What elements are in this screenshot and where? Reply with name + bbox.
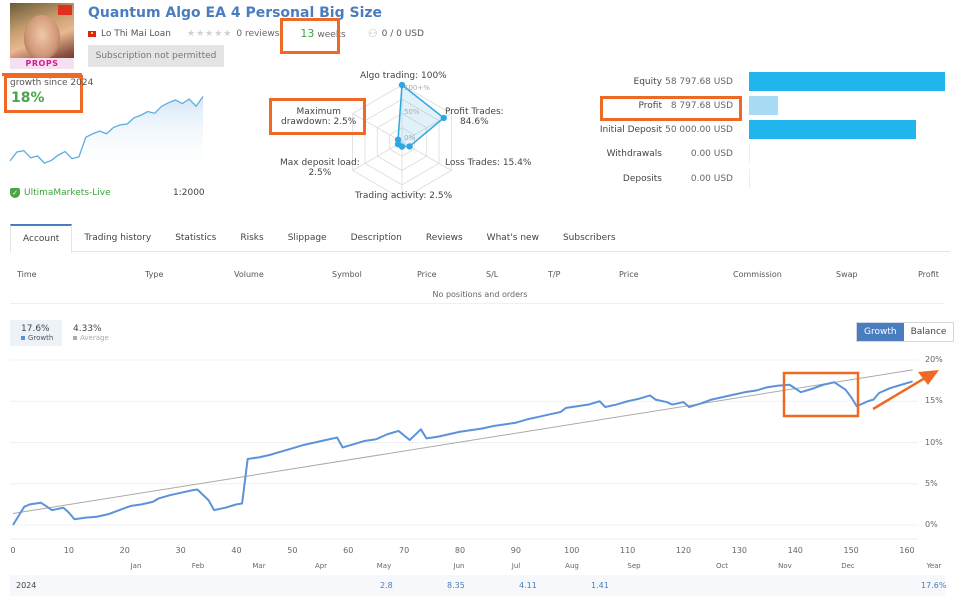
month-tick-label: May	[376, 562, 392, 570]
year-label: 2024	[16, 581, 37, 590]
y-tick-label: 20%	[925, 355, 943, 364]
x-tick-label: 160	[899, 546, 915, 555]
month-may-value: 2.8	[380, 581, 393, 590]
x-tick-label: 0	[10, 546, 16, 555]
x-tick-label: 80	[454, 546, 466, 555]
growth-chart[interactable]	[0, 0, 960, 598]
month-tick-label: Aug	[565, 562, 579, 570]
month-tick-label: Sep	[627, 562, 641, 570]
x-tick-label: 100	[564, 546, 580, 555]
trend-arrow-shaft	[872, 376, 926, 411]
x-tick-label: 30	[175, 546, 186, 555]
month-tick-label: Nov	[778, 562, 792, 570]
year-column-label: Year	[926, 562, 942, 570]
x-tick-label: 20	[119, 546, 130, 555]
trend-arrow-head-icon	[918, 370, 939, 385]
y-tick-label: 15%	[925, 396, 943, 406]
month-tick-label: Feb	[191, 562, 205, 570]
trend-line	[12, 369, 913, 514]
x-tick-label: 60	[343, 546, 354, 555]
x-tick-label: 40	[231, 546, 242, 555]
x-tick-label: 150	[843, 546, 859, 555]
x-tick-label: 10	[63, 546, 74, 555]
highlight-drawdown-region	[782, 371, 860, 418]
x-tick-label: 90	[510, 546, 521, 555]
year-total-value: 17.6%	[921, 581, 947, 590]
x-tick-label: 70	[399, 546, 410, 555]
x-tick-label: 120	[675, 546, 692, 555]
x-tick-label: 110	[619, 546, 636, 555]
y-tick-label: 5%	[925, 478, 938, 488]
yearly-row	[10, 575, 945, 596]
x-tick-label: 50	[287, 546, 298, 555]
month-jun-value: 8.35	[447, 581, 465, 590]
y-tick-label: 10%	[925, 437, 943, 447]
month-tick-label: Jun	[453, 562, 465, 570]
growth-line	[12, 380, 913, 526]
month-tick-label: Jul	[511, 562, 521, 570]
month-tick-label: Apr	[314, 562, 328, 570]
month-jul-value: 4.11	[519, 581, 537, 590]
x-tick-label: 140	[787, 546, 803, 555]
month-tick-label: Oct	[715, 562, 729, 570]
month-aug-value: 1.41	[591, 581, 609, 590]
month-tick-label: Dec	[841, 562, 855, 570]
x-tick-label: 130	[731, 546, 748, 555]
y-tick-label: 0%	[925, 520, 938, 529]
month-tick-label: Jan	[130, 562, 142, 570]
month-tick-label: Mar	[252, 562, 266, 570]
